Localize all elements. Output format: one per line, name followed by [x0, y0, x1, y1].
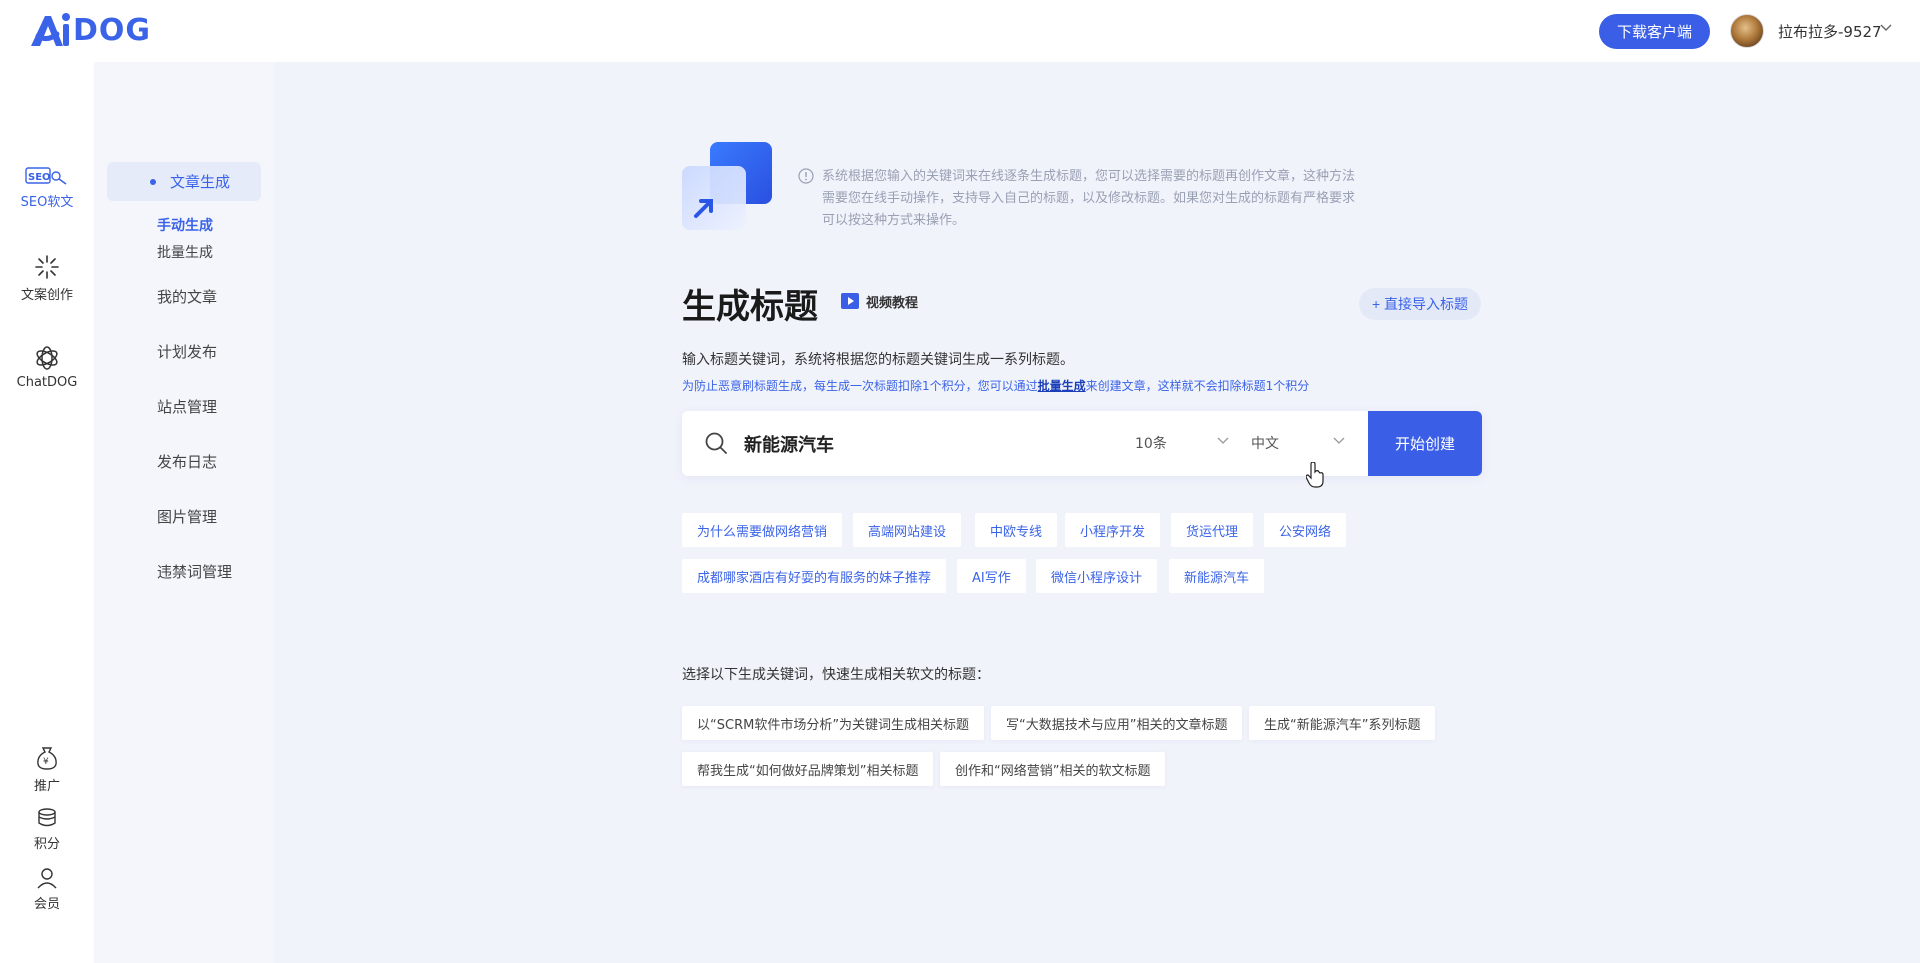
svg-text:¥: ¥	[43, 757, 49, 767]
language-select-value: 中文	[1251, 436, 1279, 452]
rail-label-chatdog: ChatDOG	[16, 375, 78, 390]
money-bag-icon: ¥	[37, 747, 57, 770]
import-titles-button[interactable]: + 直接导入标题	[1359, 288, 1481, 320]
keyword-chip[interactable]: 货运代理	[1171, 513, 1254, 547]
keyword-chip[interactable]: 微信小程序设计	[1036, 559, 1158, 593]
subnav-item-banned-words[interactable]: 违禁词管理	[157, 561, 232, 582]
logo-text: DOG	[73, 12, 152, 48]
svg-text:SEO: SEO	[28, 172, 51, 183]
video-tutorial-link[interactable]: 视频教程	[840, 291, 918, 311]
keyword-chip[interactable]: 公安网络	[1264, 513, 1347, 547]
keyword-chip[interactable]: 小程序开发	[1065, 513, 1161, 547]
rail-label-copywriting: 文案创作	[20, 288, 73, 303]
keyword-search-box: 10条 中文 开始创建	[682, 411, 1482, 476]
subnav-item-image-management[interactable]: 图片管理	[157, 506, 217, 527]
warning-suffix: 来创建文章，这样就不会扣除标题1个积分	[1085, 379, 1310, 393]
page-title: 生成标题	[682, 287, 818, 327]
notice-text: 系统根据您输入的关键词来在线逐条生成标题，您可以选择需要的标题再创作文章，这种方…	[822, 169, 1356, 228]
aidog-logo[interactable]: DOG	[29, 10, 151, 50]
chat-knot-icon	[36, 346, 58, 370]
suggestion-chip[interactable]: 生成“新能源汽车”系列标题	[1249, 706, 1436, 740]
rail-label-seo: SEO软文	[20, 195, 74, 210]
username[interactable]: 拉布拉多-9527	[1778, 21, 1882, 42]
subnav-active-label: 文章生成	[170, 173, 231, 191]
generate-title-illustration-icon	[682, 142, 772, 230]
subnav-item-site-management[interactable]: 站点管理	[157, 396, 217, 417]
rail-item-chatdog[interactable]: ChatDOG	[0, 345, 94, 390]
keyword-input[interactable]	[744, 429, 1124, 459]
sub-nav: 文章生成 手动生成 批量生成 我的文章 计划发布 站点管理 发布日志 图片管理 …	[94, 62, 274, 963]
suggestion-chip[interactable]: 以“SCRM软件市场分析”为关键词生成相关标题	[682, 706, 985, 740]
avatar[interactable]	[1730, 14, 1764, 48]
rail-item-promote[interactable]: ¥ 推广	[0, 745, 94, 794]
logo-ai-mark-icon	[31, 13, 70, 46]
batch-generate-link[interactable]: 批量生成	[1038, 379, 1086, 393]
video-tutorial-label: 视频教程	[866, 295, 919, 311]
video-icon	[841, 293, 859, 309]
seo-icon: SEO	[25, 167, 67, 185]
download-client-button[interactable]: 下载客户端	[1599, 14, 1710, 49]
active-dot	[150, 178, 156, 185]
coins-icon	[38, 808, 56, 827]
warning-prefix: 为防止恶意刷标题生成，每生成一次标题扣除1个积分，您可以通过	[682, 379, 1038, 393]
keyword-chip[interactable]: 为什么需要做网络营销	[682, 513, 843, 547]
subnav-item-publish-log[interactable]: 发布日志	[157, 451, 217, 472]
points-warning: 为防止恶意刷标题生成，每生成一次标题扣除1个积分，您可以通过批量生成来创建文章，…	[682, 377, 1309, 394]
keyword-chip[interactable]: 中欧专线	[975, 513, 1058, 547]
chevron-down-icon	[1333, 437, 1345, 444]
subnav-item-article-generate[interactable]: 文章生成	[107, 162, 261, 201]
language-select[interactable]: 中文	[1251, 433, 1351, 453]
description-text: 输入标题关键词，系统将根据您的标题关键词生成一系列标题。	[682, 352, 1074, 368]
rail-item-seo[interactable]: SEO SEO软文	[0, 165, 94, 210]
count-select[interactable]: 10条	[1135, 433, 1235, 453]
subnav-item-manual-generate[interactable]: 手动生成	[157, 215, 213, 235]
info-icon	[798, 168, 814, 184]
keyword-chip[interactable]: 成都哪家酒店有好耍的有服务的妹子推荐	[682, 559, 947, 593]
subnav-item-scheduled-publish[interactable]: 计划发布	[157, 341, 217, 362]
suggestion-chip[interactable]: 创作和“网络营销”相关的软文标题	[940, 752, 1166, 786]
start-create-button[interactable]: 开始创建	[1368, 411, 1482, 476]
chevron-down-icon	[1217, 437, 1229, 444]
count-select-value: 10条	[1135, 436, 1167, 452]
rail-label-promote: 推广	[33, 779, 60, 794]
rail-label-member: 会员	[33, 897, 60, 912]
icon-rail: SEO SEO软文 文案创作 ChatDOG ¥ 推广 积分 会员	[0, 62, 94, 963]
chevron-down-icon[interactable]	[1880, 24, 1892, 32]
suggestion-chip[interactable]: 写“大数据技术与应用”相关的文章标题	[991, 706, 1243, 740]
suggestion-label: 选择以下生成关键词，快速生成相关软文的标题：	[682, 667, 990, 683]
rail-item-copywriting[interactable]: 文案创作	[0, 254, 94, 303]
keyword-chip[interactable]: 新能源汽车	[1169, 559, 1265, 593]
rail-label-points: 积分	[33, 837, 60, 852]
keyword-chip[interactable]: AI写作	[957, 559, 1026, 593]
subnav-item-batch-generate[interactable]: 批量生成	[157, 242, 213, 262]
hand-cursor-icon	[1306, 462, 1324, 488]
search-icon	[705, 432, 727, 454]
rail-item-member[interactable]: 会员	[0, 867, 94, 912]
rail-item-points[interactable]: 积分	[0, 807, 94, 852]
suggestion-chip[interactable]: 帮我生成“如何做好品牌策划”相关标题	[682, 752, 934, 786]
sparkle-icon	[35, 255, 59, 279]
user-icon	[37, 868, 57, 889]
top-header: DOG 下载客户端 拉布拉多-9527	[0, 0, 1920, 62]
subnav-item-my-articles[interactable]: 我的文章	[157, 286, 217, 307]
keyword-chip[interactable]: 高端网站建设	[853, 513, 962, 547]
